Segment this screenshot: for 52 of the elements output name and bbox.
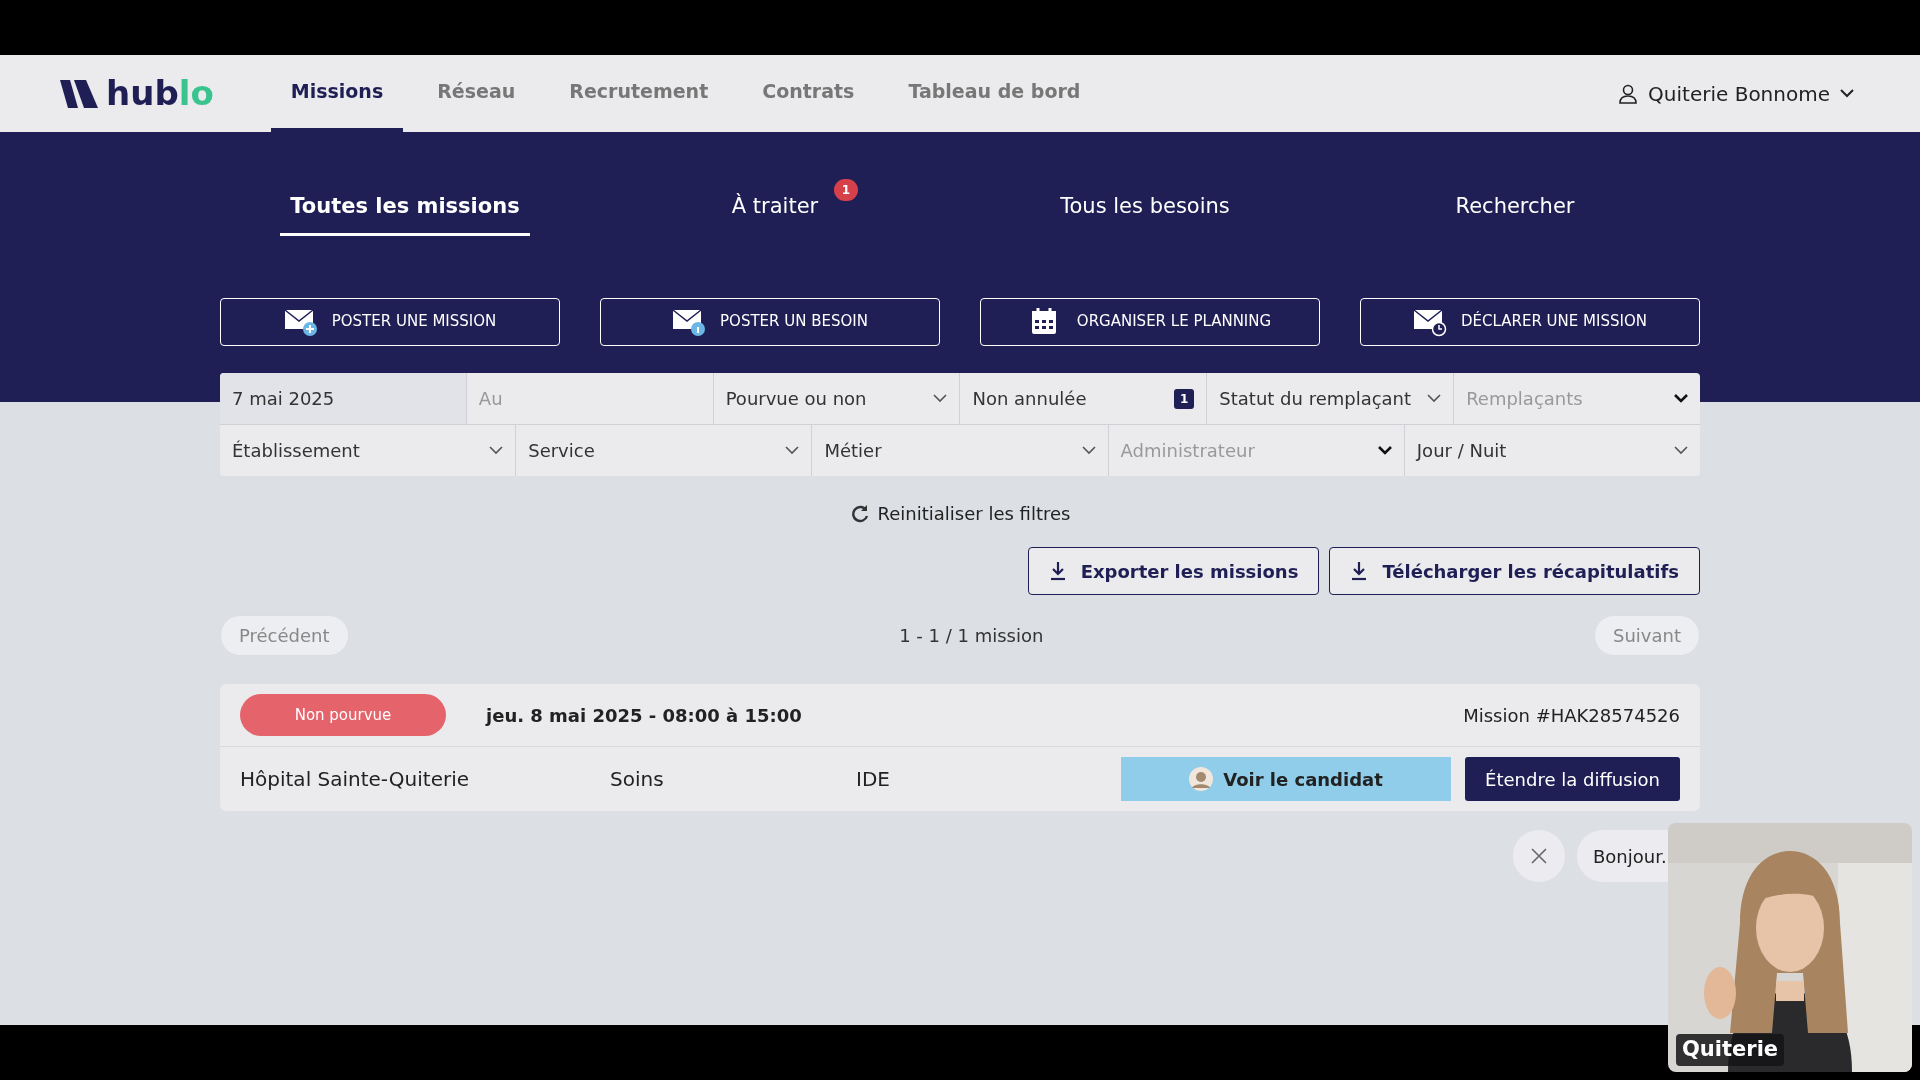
nav-tab[interactable]: Recrutement bbox=[549, 55, 729, 132]
section-tab[interactable]: Tous les besoins bbox=[1050, 187, 1240, 236]
filter-select[interactable]: Statut du remplaçant bbox=[1207, 373, 1455, 424]
job-text: IDE bbox=[856, 766, 891, 793]
chevron-down-icon bbox=[933, 394, 948, 403]
chevron-down-icon bbox=[1081, 446, 1096, 455]
refresh-icon bbox=[849, 503, 870, 524]
nav-tab[interactable]: Réseau bbox=[417, 55, 536, 132]
date-field[interactable]: 7 mai 2025 bbox=[220, 373, 467, 424]
reset-filters-link[interactable]: Reinitialiser les filtres bbox=[877, 500, 1071, 527]
status-badge: Non pourvue bbox=[240, 694, 446, 736]
participant-name: Quiterie bbox=[1676, 1034, 1785, 1066]
chevron-down-icon bbox=[1840, 89, 1854, 98]
mission-reference: Mission #HAK28574526 bbox=[1463, 703, 1680, 728]
download-icon bbox=[1048, 561, 1067, 581]
chevron-down-icon bbox=[1674, 446, 1688, 455]
user-icon bbox=[1618, 83, 1639, 104]
nav-tab[interactable]: Tableau de bord bbox=[888, 55, 1101, 132]
extend-broadcast-button[interactable]: Étendre la diffusion bbox=[1465, 757, 1680, 801]
view-candidate-button[interactable]: Voir le candidat bbox=[1121, 757, 1451, 801]
action-button[interactable]: DÉCLARER UNE MISSION bbox=[1360, 297, 1700, 346]
filter-select[interactable]: Pourvue ou non bbox=[713, 373, 961, 424]
close-icon bbox=[1531, 848, 1547, 864]
export-button[interactable]: Télécharger les récapitulatifs bbox=[1329, 547, 1700, 595]
section-tab[interactable]: Rechercher bbox=[1445, 187, 1585, 236]
logo-text: hublo bbox=[106, 72, 214, 115]
download-icon bbox=[1350, 561, 1369, 581]
logo-icon bbox=[60, 79, 98, 108]
section-tab[interactable]: Toutes les missions bbox=[280, 187, 530, 236]
chevron-down-icon bbox=[1427, 394, 1442, 403]
action-button[interactable]: POSTER UN BESOIN bbox=[600, 297, 940, 346]
export-button[interactable]: Exporter les missions bbox=[1027, 547, 1320, 595]
chevron-down-icon bbox=[1673, 394, 1688, 403]
notification-badge: 1 bbox=[833, 179, 859, 201]
action-button[interactable]: POSTER UNE MISSION bbox=[220, 297, 560, 346]
chevron-down-icon bbox=[785, 446, 800, 455]
service-text: Soins bbox=[610, 766, 665, 793]
result-count: 1 - 1 / 1 mission bbox=[899, 624, 1044, 648]
nav-tab[interactable]: Contrats bbox=[742, 55, 875, 132]
action-button[interactable]: ORGANISER LE PLANNING bbox=[980, 297, 1320, 346]
count-badge: 1 bbox=[1173, 388, 1195, 409]
filter-select[interactable]: Établissement bbox=[220, 425, 517, 476]
filter-select[interactable]: Non annulée 1 bbox=[960, 373, 1208, 424]
filter-select[interactable]: Service bbox=[516, 425, 813, 476]
mission-date: jeu. 8 mai 2025 - 08:00 à 15:00 bbox=[486, 703, 802, 728]
chevron-down-icon bbox=[1377, 446, 1392, 455]
filter-select[interactable]: Jour / Nuit bbox=[1404, 425, 1700, 476]
chevron-down-icon bbox=[489, 446, 504, 455]
avatar-icon bbox=[1189, 767, 1214, 791]
establishment-text: Hôpital Sainte-Quiterie bbox=[240, 766, 471, 793]
filter-select[interactable]: Métier bbox=[812, 425, 1109, 476]
user-menu[interactable]: Quiterie Bonnome bbox=[1612, 55, 1860, 132]
